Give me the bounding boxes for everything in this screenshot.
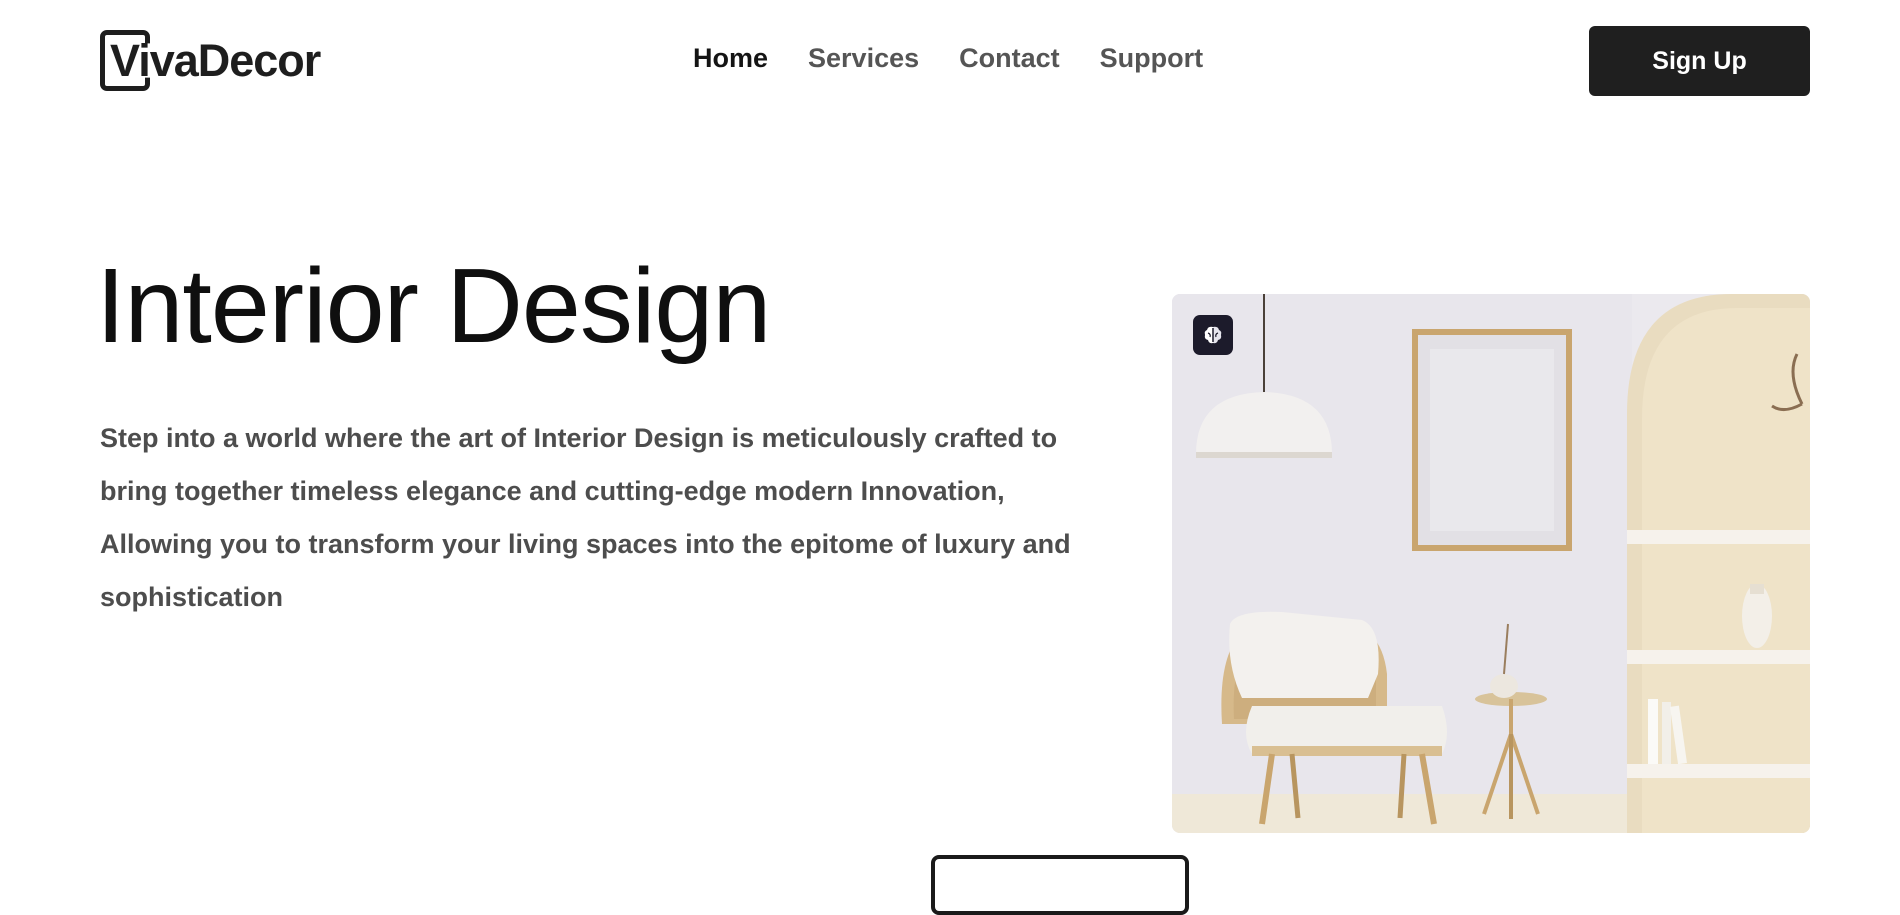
hero-cta-button[interactable]: [931, 855, 1189, 915]
brain-icon[interactable]: [1193, 315, 1233, 355]
nav-support[interactable]: Support: [1100, 43, 1203, 74]
hero-description: Step into a world where the art of Inter…: [100, 423, 1071, 612]
brain-icon-glyph: [1204, 326, 1222, 344]
living-room-illustration: [1172, 294, 1810, 833]
hero-title: Interior Design: [96, 247, 771, 365]
nav-contact[interactable]: Contact: [959, 43, 1060, 74]
nav-home[interactable]: Home: [693, 43, 768, 74]
living-room-photo: [1172, 294, 1810, 833]
nav-services[interactable]: Services: [808, 43, 919, 74]
sign-up-button[interactable]: Sign Up: [1589, 26, 1810, 96]
logo-link[interactable]: VivaDecor: [100, 30, 321, 92]
top-navigation-bar: VivaDecor Home Services Contact Support …: [0, 0, 1900, 120]
brand-name: VivaDecor: [110, 35, 321, 86]
main-nav: Home Services Contact Support: [693, 43, 1203, 74]
